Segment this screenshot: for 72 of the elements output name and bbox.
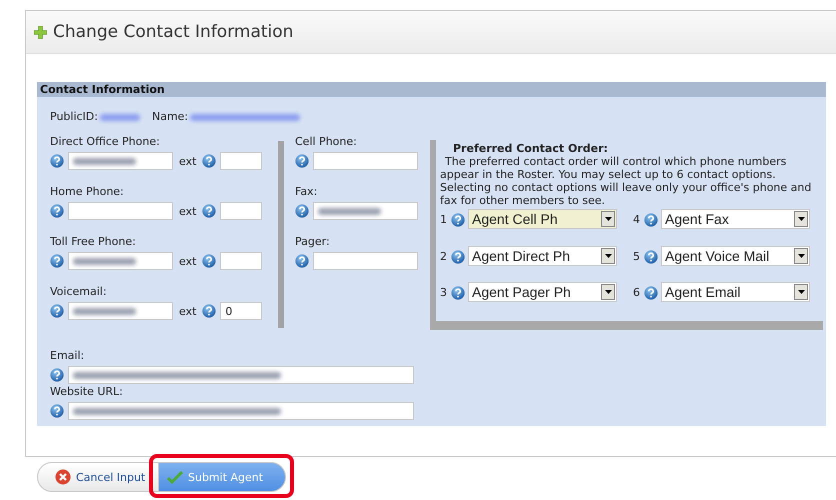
help-icon[interactable]	[295, 154, 309, 168]
field-label: Direct Office Phone:	[50, 135, 161, 149]
order-description: The preferred contact order will control which phone numbers appear in the Roster. You may select up to 6 contact options. Selecting no contact options will leave only your office's phone and fax for other members to see.	[440, 155, 812, 207]
help-icon[interactable]	[202, 254, 216, 268]
input-field[interactable]	[68, 402, 414, 420]
contact-select[interactable]: Agent Pager Ph	[468, 282, 617, 302]
field-label: ext	[179, 154, 196, 168]
order-title: Preferred Contact Order:	[453, 142, 609, 155]
input-field[interactable]	[313, 202, 418, 220]
field-label: Website URL:	[50, 385, 124, 399]
help-icon[interactable]	[202, 154, 216, 168]
field-label: Toll Free Phone:	[50, 235, 137, 249]
input-field[interactable]	[220, 252, 262, 270]
help-icon[interactable]	[50, 304, 64, 318]
help-icon[interactable]	[644, 250, 658, 264]
section-header: Contact Information	[37, 82, 826, 97]
field-label: Name:	[152, 110, 188, 124]
help-icon[interactable]	[202, 204, 216, 218]
help-icon[interactable]	[50, 204, 64, 218]
cancel-icon	[55, 469, 71, 485]
contact-select[interactable]: Agent Voice Mail	[661, 246, 810, 266]
input-field[interactable]	[313, 152, 418, 170]
input-field[interactable]: 0	[220, 302, 262, 320]
field-label: ext	[179, 304, 196, 318]
field-label: Email:	[50, 349, 86, 363]
input-field[interactable]	[313, 252, 418, 270]
contact-select[interactable]: Agent Fax	[661, 209, 810, 229]
panel-title: Change Contact Information	[53, 22, 294, 42]
help-icon[interactable]	[50, 154, 64, 168]
field-label: Home Phone:	[50, 185, 125, 199]
help-icon[interactable]	[644, 213, 658, 227]
order-number: 2	[440, 248, 448, 264]
order-number: 1	[440, 212, 448, 228]
input-field[interactable]	[68, 252, 173, 270]
help-icon[interactable]	[50, 254, 64, 268]
plus-icon	[34, 26, 47, 38]
help-icon[interactable]	[451, 213, 465, 227]
contact-select[interactable]: Agent Direct Ph	[468, 246, 617, 266]
help-icon[interactable]	[202, 304, 216, 318]
input-field[interactable]	[68, 202, 173, 220]
field-label: Pager:	[295, 235, 331, 249]
checkmark-icon	[167, 470, 183, 484]
input-field[interactable]	[68, 152, 173, 170]
help-icon[interactable]	[295, 204, 309, 218]
input-field[interactable]	[220, 152, 262, 170]
help-icon[interactable]	[50, 368, 64, 382]
help-icon[interactable]	[644, 286, 658, 300]
field-label: Cell Phone:	[295, 135, 358, 149]
field-label: Fax:	[295, 185, 318, 199]
redacted-text	[318, 208, 381, 214]
redacted-text	[73, 258, 136, 264]
input-field[interactable]	[68, 302, 173, 320]
order-number: 6	[633, 285, 641, 301]
field-label: Voicemail:	[50, 285, 108, 299]
field-label: ext	[179, 204, 196, 218]
contact-select[interactable]: Agent Email	[661, 282, 810, 302]
redacted-text	[100, 114, 140, 121]
field-label: ext	[179, 254, 196, 268]
order-number: 5	[633, 248, 641, 264]
redacted-text	[73, 308, 136, 314]
help-icon[interactable]	[50, 404, 64, 418]
help-icon[interactable]	[451, 250, 465, 264]
order-number: 3	[440, 285, 448, 301]
input-field[interactable]	[220, 202, 262, 220]
contact-select[interactable]: Agent Cell Ph	[468, 209, 617, 229]
field-label: PublicID:	[50, 110, 98, 124]
cancel-button[interactable]: Cancel Input	[37, 462, 159, 492]
order-number: 4	[633, 212, 641, 228]
help-icon[interactable]	[451, 286, 465, 300]
help-icon[interactable]	[295, 254, 309, 268]
input-field[interactable]	[68, 366, 414, 384]
redacted-text	[73, 158, 136, 164]
